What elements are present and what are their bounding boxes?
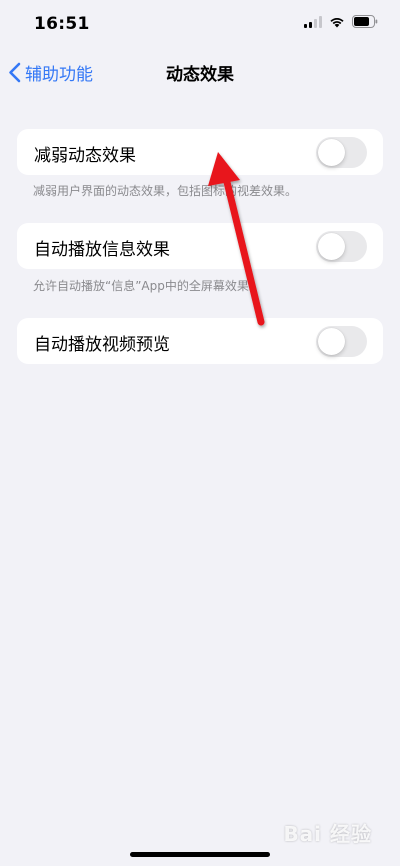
wifi-icon — [330, 17, 344, 27]
setting-footnote: 允许自动播放“信息”App中的全屏幕效果。 — [33, 279, 261, 293]
setting-row-reduce-motion: 减弱动态效果 — [17, 129, 383, 175]
setting-label: 自动播放信息效果 — [34, 240, 170, 260]
page-title: 动态效果 — [166, 65, 234, 85]
watermark: Bai 经验 — [283, 822, 372, 846]
battery-icon — [352, 15, 378, 28]
navigation-bar: 辅助功能 动态效果 — [0, 50, 400, 94]
setting-row-auto-play-message-effects: 自动播放信息效果 — [17, 223, 383, 269]
setting-label: 自动播放视频预览 — [34, 335, 170, 355]
toggle-knob — [318, 139, 345, 166]
cellular-signal-icon — [304, 15, 322, 28]
auto-play-video-previews-toggle[interactable] — [316, 326, 367, 357]
setting-row-auto-play-video-previews: 自动播放视频预览 — [17, 318, 383, 364]
setting-label: 减弱动态效果 — [34, 146, 136, 166]
reduce-motion-toggle[interactable] — [316, 137, 367, 168]
toggle-knob — [318, 233, 345, 260]
status-bar: 16:51 — [0, 0, 400, 50]
status-time: 16:51 — [34, 14, 90, 34]
status-icons — [304, 15, 378, 28]
auto-play-message-effects-toggle[interactable] — [316, 231, 367, 262]
home-indicator[interactable] — [130, 852, 270, 857]
setting-footnote: 减弱用户界面的动态效果，包括图标的视差效果。 — [33, 184, 298, 198]
toggle-knob — [318, 328, 345, 355]
